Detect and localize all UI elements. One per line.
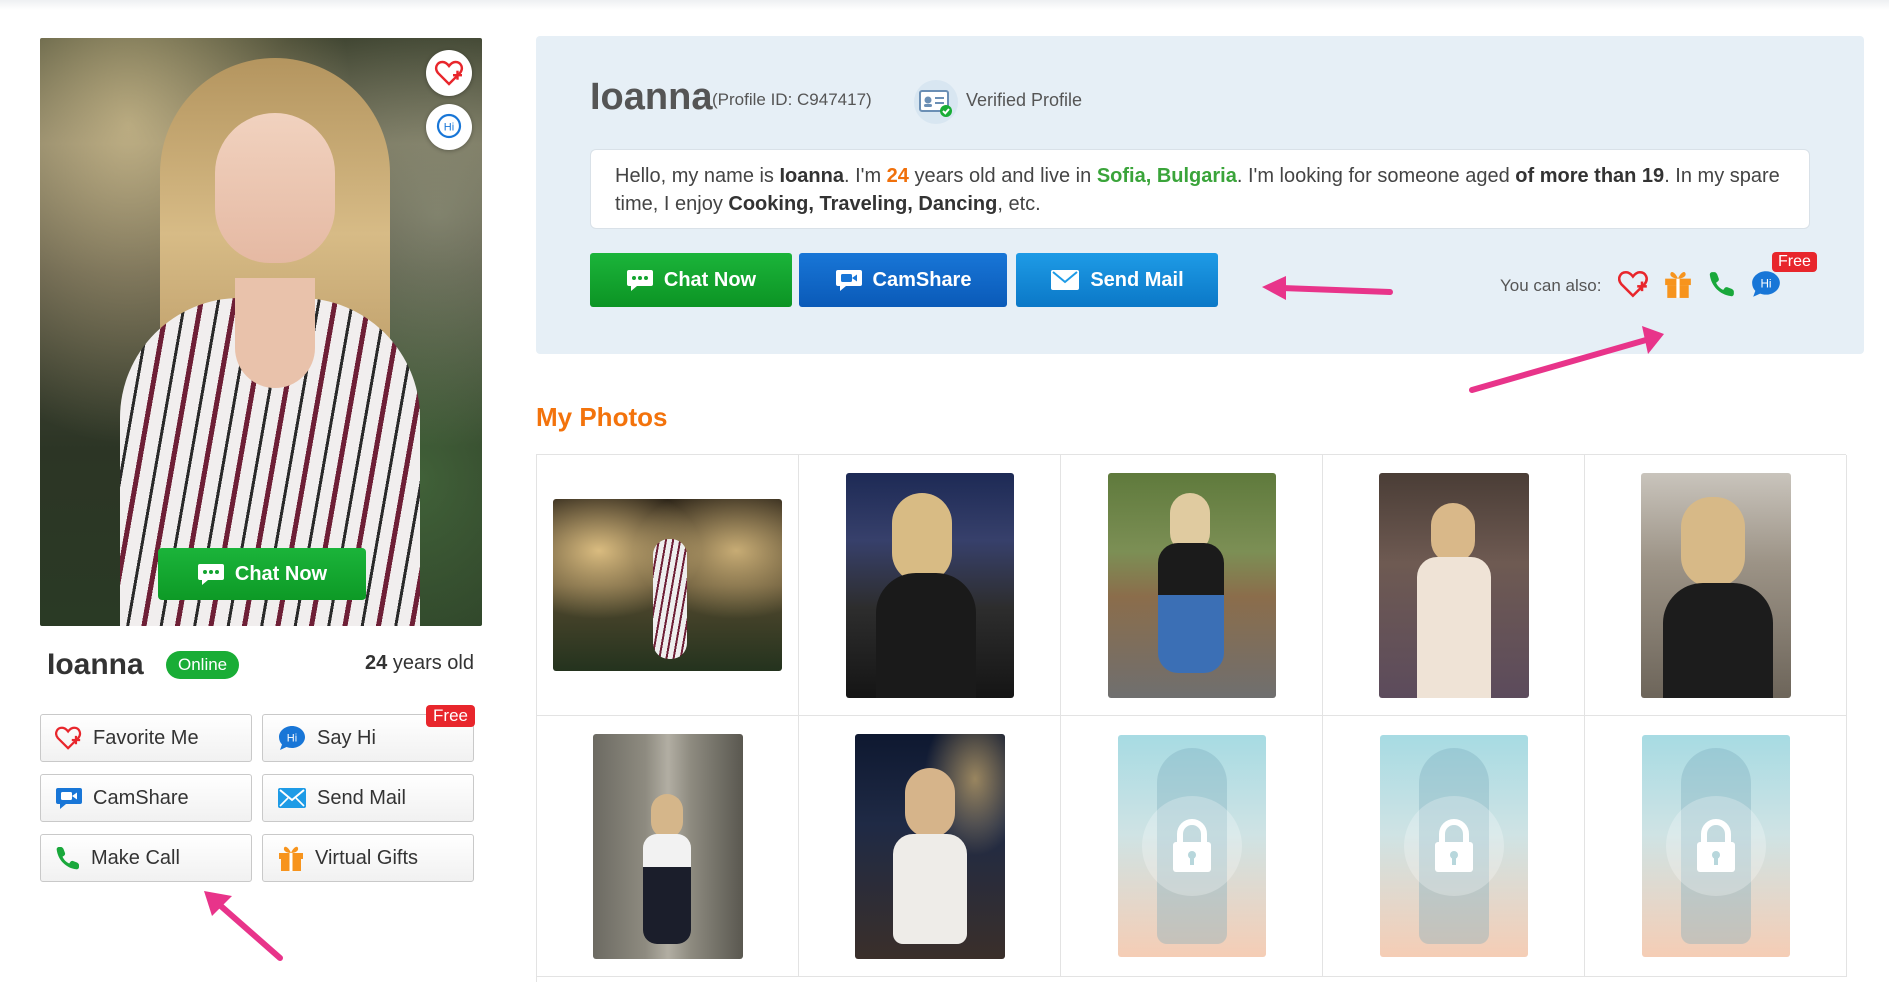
- photo-chat-now-button[interactable]: Chat Now: [158, 548, 366, 600]
- locked-photo[interactable]: [1641, 735, 1790, 957]
- virtual-gifts-label: Virtual Gifts: [315, 846, 418, 869]
- my-photos-heading: My Photos: [536, 402, 668, 432]
- heart-plus-icon: [55, 726, 82, 750]
- favorite-me-label: Favorite Me: [93, 726, 199, 749]
- chat-now-label: Chat Now: [663, 268, 757, 291]
- locked-photo[interactable]: [1379, 735, 1528, 957]
- photo-thumbnail[interactable]: [592, 733, 743, 959]
- say-hi-button[interactable]: Hi Say Hi Free: [262, 705, 475, 762]
- photo-thumbnail[interactable]: [1107, 472, 1276, 698]
- photo-chat-now-label: Chat Now: [234, 562, 328, 585]
- photo-cell: [799, 455, 1061, 716]
- make-call-label: Make Call: [91, 846, 180, 869]
- heart-plus-icon: [435, 60, 463, 86]
- photo-thumbnail[interactable]: [845, 472, 1014, 698]
- hi-bubble-icon: Hi: [279, 726, 305, 750]
- panel-camshare-label: CamShare: [872, 268, 972, 291]
- envelope-icon: [1051, 270, 1080, 290]
- also-free-tag: Free: [1772, 252, 1817, 272]
- favorite-me-button[interactable]: Favorite Me: [40, 714, 252, 762]
- say-hi-label: Say Hi: [317, 726, 376, 749]
- say-hi-circle-button[interactable]: Hi: [426, 104, 472, 150]
- bio-text: , etc.: [997, 193, 1041, 215]
- bio-text: . I'm: [843, 165, 887, 187]
- verified-id-card-icon: [914, 80, 958, 124]
- photo-cell: [799, 716, 1061, 977]
- photo-thumbnail[interactable]: [553, 499, 782, 671]
- bio-city: Sofia, Bulgaria: [1096, 165, 1237, 187]
- top-divider: [0, 0, 1889, 10]
- bio-hobbies: Cooking, Traveling, Dancing: [728, 193, 998, 215]
- locked-photo[interactable]: [1117, 735, 1266, 957]
- you-can-also-label: You can also:: [1500, 276, 1602, 295]
- also-gift-button[interactable]: [1660, 266, 1696, 302]
- panel-send-mail-label: Send Mail: [1090, 268, 1184, 291]
- profile-id: (Profile ID: C947417): [712, 90, 872, 109]
- age-number: 24: [365, 652, 388, 674]
- camshare-button[interactable]: CamShare: [40, 774, 252, 822]
- profile-name: Ioanna: [47, 648, 144, 681]
- camshare-icon: [56, 788, 82, 809]
- heart-plus-icon: [1618, 270, 1648, 298]
- gift-icon: [279, 846, 303, 871]
- svg-text:Hi: Hi: [287, 733, 297, 745]
- photo-cell: [537, 455, 799, 716]
- phone-icon: [56, 847, 79, 870]
- profile-info-panel: Ioanna (Profile ID: C947417) Verified Pr…: [536, 36, 1864, 354]
- online-status-badge: Online: [166, 651, 240, 679]
- virtual-gifts-button[interactable]: Virtual Gifts: [262, 834, 474, 882]
- bio-text: years old and live in: [908, 165, 1097, 187]
- photo-cell: [1585, 455, 1847, 716]
- envelope-icon: [278, 788, 306, 808]
- make-call-button[interactable]: Make Call: [40, 834, 252, 882]
- panel-profile-name: Ioanna: [590, 76, 713, 118]
- panel-camshare-button[interactable]: CamShare: [799, 253, 1007, 307]
- profile-card: Hi Chat Now Ioanna Online 24 years old F…: [40, 38, 482, 882]
- free-tag: Free: [426, 705, 475, 727]
- verified-profile-label: Verified Profile: [966, 90, 1083, 110]
- also-favorite-button[interactable]: [1616, 266, 1652, 302]
- lock-icon: [1172, 819, 1211, 872]
- bio-text: Hello, my name is: [615, 165, 780, 187]
- svg-text:Hi: Hi: [444, 122, 454, 134]
- photo-thumbnail[interactable]: [1378, 472, 1529, 698]
- panel-send-mail-button[interactable]: Send Mail: [1016, 253, 1218, 307]
- photo-cell: [1061, 455, 1323, 716]
- camshare-icon: [835, 270, 862, 291]
- photo-cell: [1323, 716, 1585, 977]
- send-mail-label: Send Mail: [317, 786, 406, 809]
- also-call-button[interactable]: [1704, 266, 1740, 302]
- photo-cell: [1323, 455, 1585, 716]
- pink-arrow-annotation: [1469, 326, 1664, 393]
- lock-icon: [1696, 819, 1735, 872]
- phone-icon: [1709, 272, 1734, 297]
- photo-cell: [1585, 716, 1847, 977]
- gift-icon: [1665, 272, 1691, 298]
- photo-thumbnail[interactable]: [1640, 472, 1791, 698]
- photo-grid: [536, 454, 1847, 982]
- pink-arrow-annotation: [204, 891, 283, 961]
- lock-icon: [1434, 819, 1473, 872]
- profile-age: 24 years old: [365, 652, 474, 675]
- chat-now-button[interactable]: Chat Now: [590, 253, 792, 307]
- bio-text: . I'm looking for someone aged: [1236, 165, 1516, 187]
- send-mail-button[interactable]: Send Mail: [262, 774, 474, 822]
- bio-age: 24: [886, 165, 909, 187]
- chat-bubble-icon: [197, 564, 224, 585]
- photo-thumbnail[interactable]: [854, 733, 1005, 959]
- hi-bubble-icon: Hi: [1752, 271, 1780, 297]
- hi-bubble-icon: Hi: [436, 113, 462, 139]
- pink-arrow-annotation: [1262, 276, 1393, 300]
- chat-bubble-icon: [626, 270, 653, 291]
- age-suffix: years old: [387, 652, 474, 674]
- camshare-label: CamShare: [93, 786, 189, 809]
- svg-text:Hi: Hi: [1760, 278, 1771, 291]
- bio-name: Ioanna: [779, 165, 844, 187]
- profile-bio: Hello, my name is Ioanna. I'm 24 years o…: [590, 149, 1810, 229]
- photo-cell: [537, 716, 799, 977]
- photo-cell: [1061, 716, 1323, 977]
- favorite-circle-button[interactable]: [426, 50, 472, 96]
- main-profile-photo[interactable]: Hi Chat Now: [40, 38, 482, 626]
- bio-seeking-age: of more than 19: [1515, 165, 1665, 187]
